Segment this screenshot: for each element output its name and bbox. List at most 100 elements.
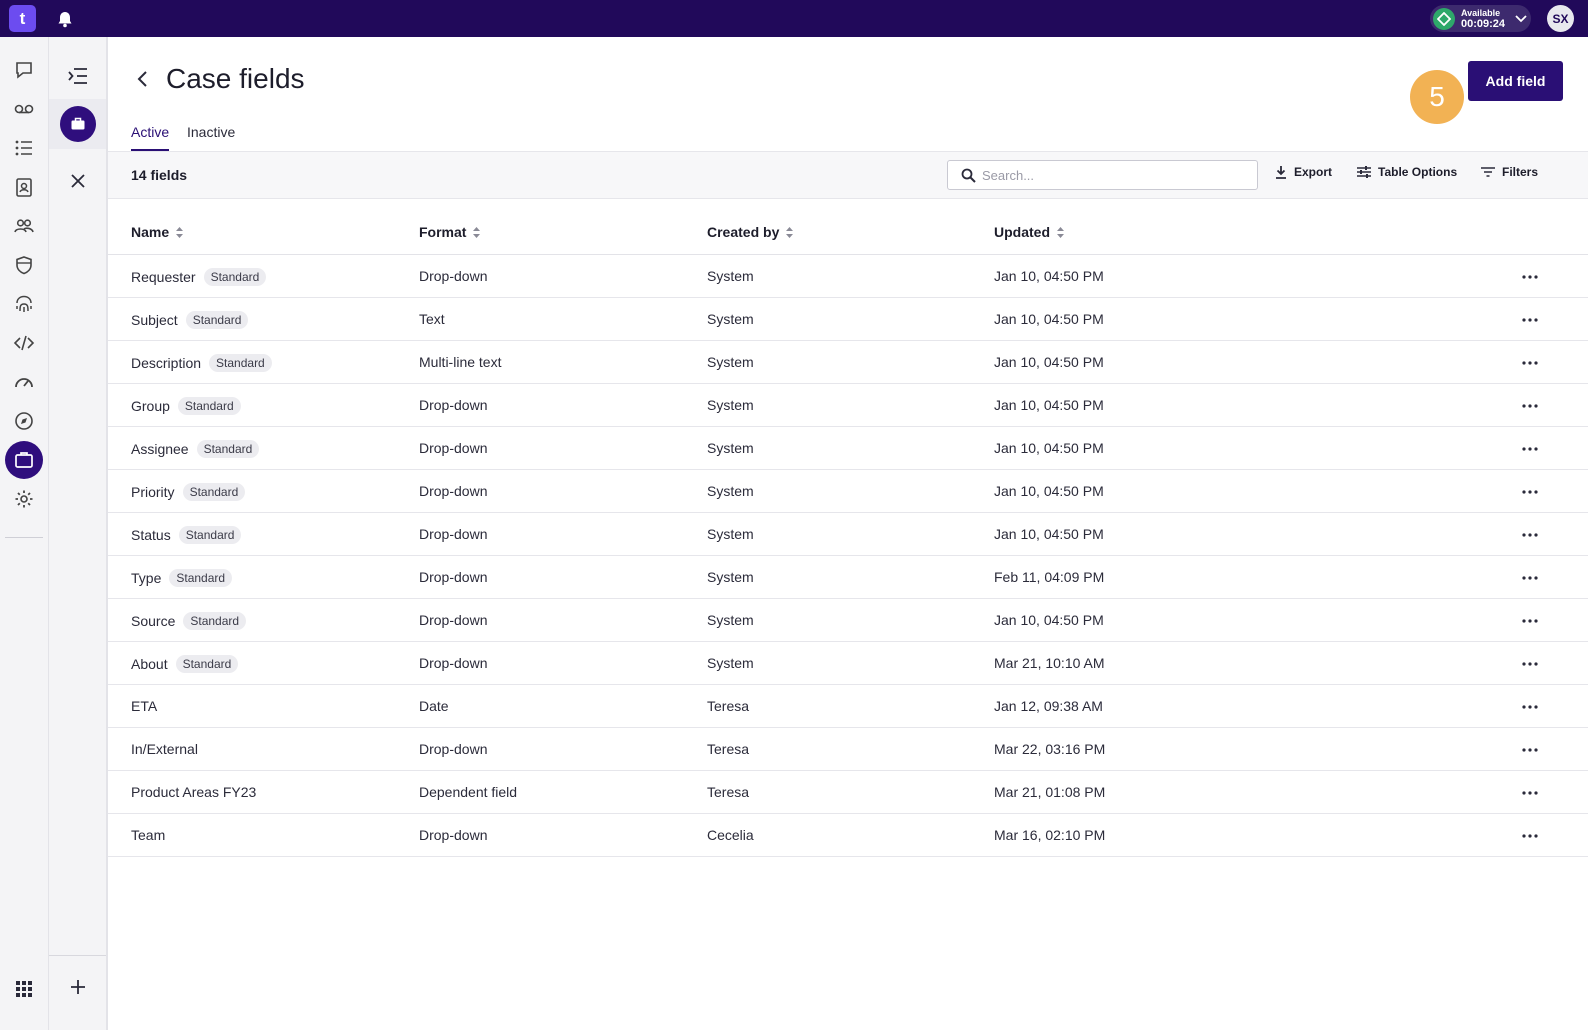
compass-icon[interactable]: [9, 406, 39, 436]
standard-badge: Standard: [177, 397, 241, 415]
cell-updated: Jan 10, 04:50 PM: [994, 440, 1104, 456]
field-name: Type: [131, 570, 162, 586]
shield-icon[interactable]: [9, 250, 39, 280]
back-arrow-icon[interactable]: [130, 67, 154, 91]
more-options-icon[interactable]: [1518, 783, 1542, 803]
briefcase-icon[interactable]: [5, 441, 43, 479]
sort-icon[interactable]: [175, 226, 184, 239]
more-options-icon[interactable]: [1518, 654, 1542, 674]
column-header-updated[interactable]: Updated: [994, 224, 1065, 240]
column-header-created-by[interactable]: Created by: [707, 224, 794, 240]
search-input[interactable]: [982, 167, 1242, 183]
user-avatar[interactable]: SX: [1547, 5, 1574, 32]
table-row[interactable]: Team Drop-down Cecelia Mar 16, 02:10 PM: [108, 814, 1588, 857]
more-options-icon[interactable]: [1518, 482, 1542, 502]
cell-updated: Mar 16, 02:10 PM: [994, 827, 1106, 843]
search-box[interactable]: [947, 160, 1258, 190]
cell-created-by: System: [707, 569, 754, 585]
table-row[interactable]: In/External Drop-down Teresa Mar 22, 03:16 …: [108, 728, 1588, 771]
app-logo[interactable]: t: [9, 5, 36, 32]
sort-icon[interactable]: [1056, 226, 1065, 239]
case-workspace-tab[interactable]: [49, 99, 106, 149]
tab-active[interactable]: Active: [131, 124, 170, 152]
table-row[interactable]: Assignee Standard Drop-down System Jan 10, 0…: [108, 427, 1588, 470]
more-options-icon[interactable]: [1518, 740, 1542, 760]
close-icon[interactable]: [63, 166, 93, 196]
voicemail-icon[interactable]: [9, 94, 39, 124]
export-button[interactable]: Export: [1274, 165, 1332, 179]
cell-updated: Jan 10, 04:50 PM: [994, 311, 1104, 327]
standard-badge: Standard: [209, 354, 272, 372]
contacts-icon[interactable]: [9, 172, 39, 202]
availability-status[interactable]: Available 00:09:24: [1430, 5, 1531, 32]
cell-format: Drop-down: [419, 655, 488, 671]
more-options-icon[interactable]: [1518, 396, 1542, 416]
cell-format: Drop-down: [419, 827, 488, 843]
table-row[interactable]: Status Standard Drop-down System Jan 10, 04:…: [108, 513, 1588, 556]
apps-grid-icon[interactable]: [9, 974, 39, 1004]
gear-icon[interactable]: [9, 484, 39, 514]
table-row[interactable]: Priority Standard Drop-down System Jan 10, 0…: [108, 470, 1588, 513]
table-row[interactable]: Source Standard Drop-down System Jan 10, 04:…: [108, 599, 1588, 642]
field-name: Group: [131, 398, 170, 414]
cell-format: Drop-down: [419, 612, 488, 628]
rail-divider: [5, 537, 43, 538]
standard-badge: Standard: [169, 569, 233, 587]
cell-created-by: Teresa: [707, 698, 750, 714]
list-icon[interactable]: [9, 133, 39, 163]
table-row[interactable]: Subject Standard Text System Jan 10, 04:50 P…: [108, 298, 1588, 341]
people-icon[interactable]: [9, 211, 39, 241]
main-content: Case fields 5 Add field Active Inactive …: [108, 37, 1588, 1030]
field-name: Team: [131, 827, 166, 843]
table-row[interactable]: About Standard Drop-down System Mar 21, 10:1…: [108, 642, 1588, 685]
cell-format: Drop-down: [419, 569, 488, 585]
field-name: Source: [131, 613, 176, 629]
more-options-icon[interactable]: [1518, 697, 1542, 717]
add-field-button[interactable]: Add field: [1468, 61, 1563, 101]
bell-icon[interactable]: [55, 9, 75, 29]
table-row[interactable]: Group Standard Drop-down System Jan 10, 04:5…: [108, 384, 1588, 427]
standard-badge: Standard: [196, 440, 260, 458]
filters-button[interactable]: Filters: [1480, 165, 1538, 179]
cell-name: Status Standard: [131, 526, 242, 544]
table-row[interactable]: Description Standard Multi-line text System…: [108, 341, 1588, 384]
sliders-icon: [1356, 165, 1372, 179]
cell-updated: Mar 21, 10:10 AM: [994, 655, 1105, 671]
table-row[interactable]: ETA Date Teresa Jan 12, 09:38 AM: [108, 685, 1588, 728]
more-options-icon[interactable]: [1518, 611, 1542, 631]
sort-icon[interactable]: [785, 226, 794, 239]
more-options-icon[interactable]: [1518, 525, 1542, 545]
table-row[interactable]: Requester Standard Drop-down System Jan 10, …: [108, 255, 1588, 298]
rail-divider: [49, 955, 106, 956]
cell-name: Source Standard: [131, 612, 247, 630]
sort-icon[interactable]: [472, 226, 481, 239]
table-row[interactable]: Product Areas FY23 Dependent field Teresa M…: [108, 771, 1588, 814]
more-options-icon[interactable]: [1518, 439, 1542, 459]
search-icon: [961, 168, 976, 183]
fingerprint-icon[interactable]: [9, 289, 39, 319]
chevron-down-icon[interactable]: [1515, 14, 1527, 23]
more-options-icon[interactable]: [1518, 568, 1542, 588]
cell-name: Subject Standard: [131, 311, 249, 329]
more-options-icon[interactable]: [1518, 267, 1542, 287]
standard-badge: Standard: [183, 612, 247, 630]
cell-created-by: Teresa: [707, 741, 750, 757]
cell-created-by: System: [707, 354, 754, 370]
chat-icon[interactable]: [9, 55, 39, 85]
collapse-menu-icon[interactable]: [63, 61, 93, 91]
field-name: Assignee: [131, 441, 189, 457]
table-row[interactable]: Type Standard Drop-down System Feb 11, 04:09…: [108, 556, 1588, 599]
tab-inactive[interactable]: Inactive: [187, 124, 235, 152]
main-nav-rail: [0, 37, 49, 1030]
cell-name: Group Standard: [131, 397, 241, 415]
field-name: Status: [131, 527, 171, 543]
column-header-name[interactable]: Name: [131, 224, 184, 240]
code-icon[interactable]: [9, 328, 39, 358]
column-header-format[interactable]: Format: [419, 224, 481, 240]
more-options-icon[interactable]: [1518, 353, 1542, 373]
table-options-button[interactable]: Table Options: [1356, 165, 1457, 179]
more-options-icon[interactable]: [1518, 826, 1542, 846]
plus-icon[interactable]: [63, 972, 93, 1002]
more-options-icon[interactable]: [1518, 310, 1542, 330]
speedometer-icon[interactable]: [9, 367, 39, 397]
